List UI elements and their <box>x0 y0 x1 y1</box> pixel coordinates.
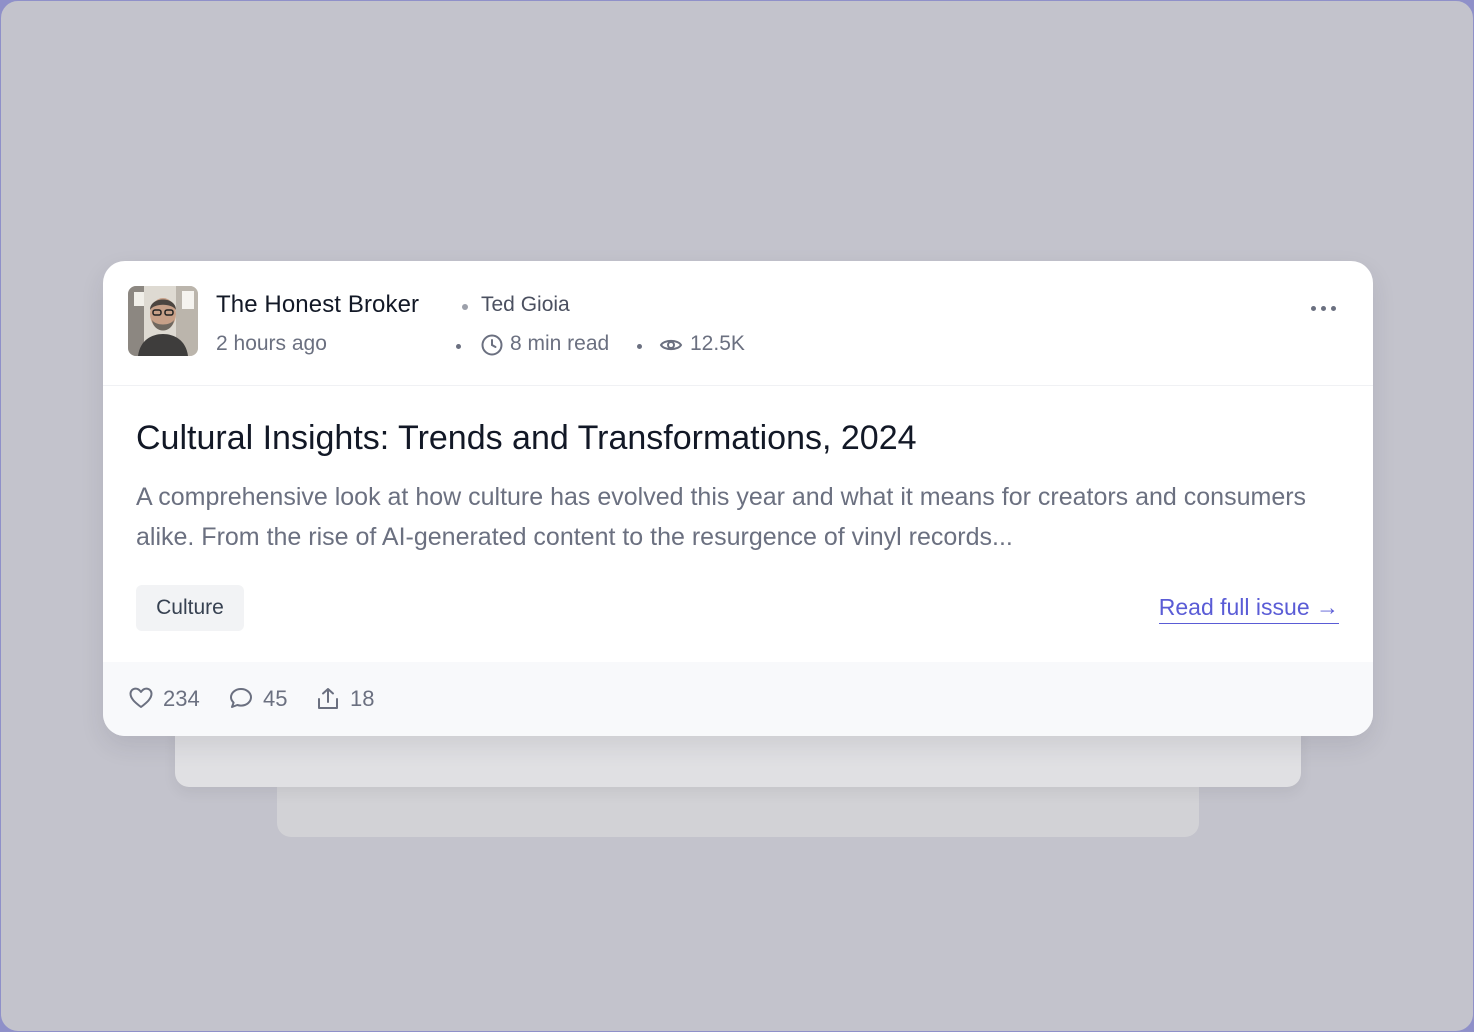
eye-icon <box>659 339 683 351</box>
heart-icon <box>129 687 153 708</box>
post-card: The Honest Broker Ted Gioia 2 hours ago … <box>103 261 1373 736</box>
more-icon <box>1321 306 1326 311</box>
author-avatar[interactable] <box>128 286 198 356</box>
share-icon <box>318 688 338 709</box>
publication-name[interactable]: The Honest Broker <box>216 291 419 319</box>
post-excerpt: A comprehensive look at how culture has … <box>136 483 1307 551</box>
engagement-bar: 234 45 18 <box>103 662 1373 736</box>
view-count: 12.5K <box>690 332 745 355</box>
more-icon <box>1311 306 1316 311</box>
clock-icon <box>481 334 503 356</box>
read-time: 8 min read <box>510 332 610 355</box>
category-tag[interactable]: Culture <box>136 585 244 631</box>
author-name[interactable]: Ted Gioia <box>481 293 570 317</box>
comment-icon <box>230 688 252 708</box>
canvas: The Honest Broker Ted Gioia 2 hours ago … <box>0 0 1474 1032</box>
like-count: 234 <box>163 686 200 711</box>
separator-dot <box>456 344 461 349</box>
separator-dot <box>462 304 468 310</box>
post-time: 2 hours ago <box>216 332 327 355</box>
comment-count: 45 <box>263 686 288 711</box>
read-full-issue-link[interactable]: Read full issue → <box>1158 594 1339 624</box>
more-icon <box>1331 306 1336 311</box>
separator-dot <box>637 344 642 349</box>
more-options-button[interactable] <box>1311 303 1337 315</box>
post-header: The Honest Broker Ted Gioia 2 hours ago … <box>103 261 1373 386</box>
share-count: 18 <box>350 686 375 711</box>
post-title[interactable]: Cultural Insights: Trends and Transforma… <box>136 419 917 458</box>
